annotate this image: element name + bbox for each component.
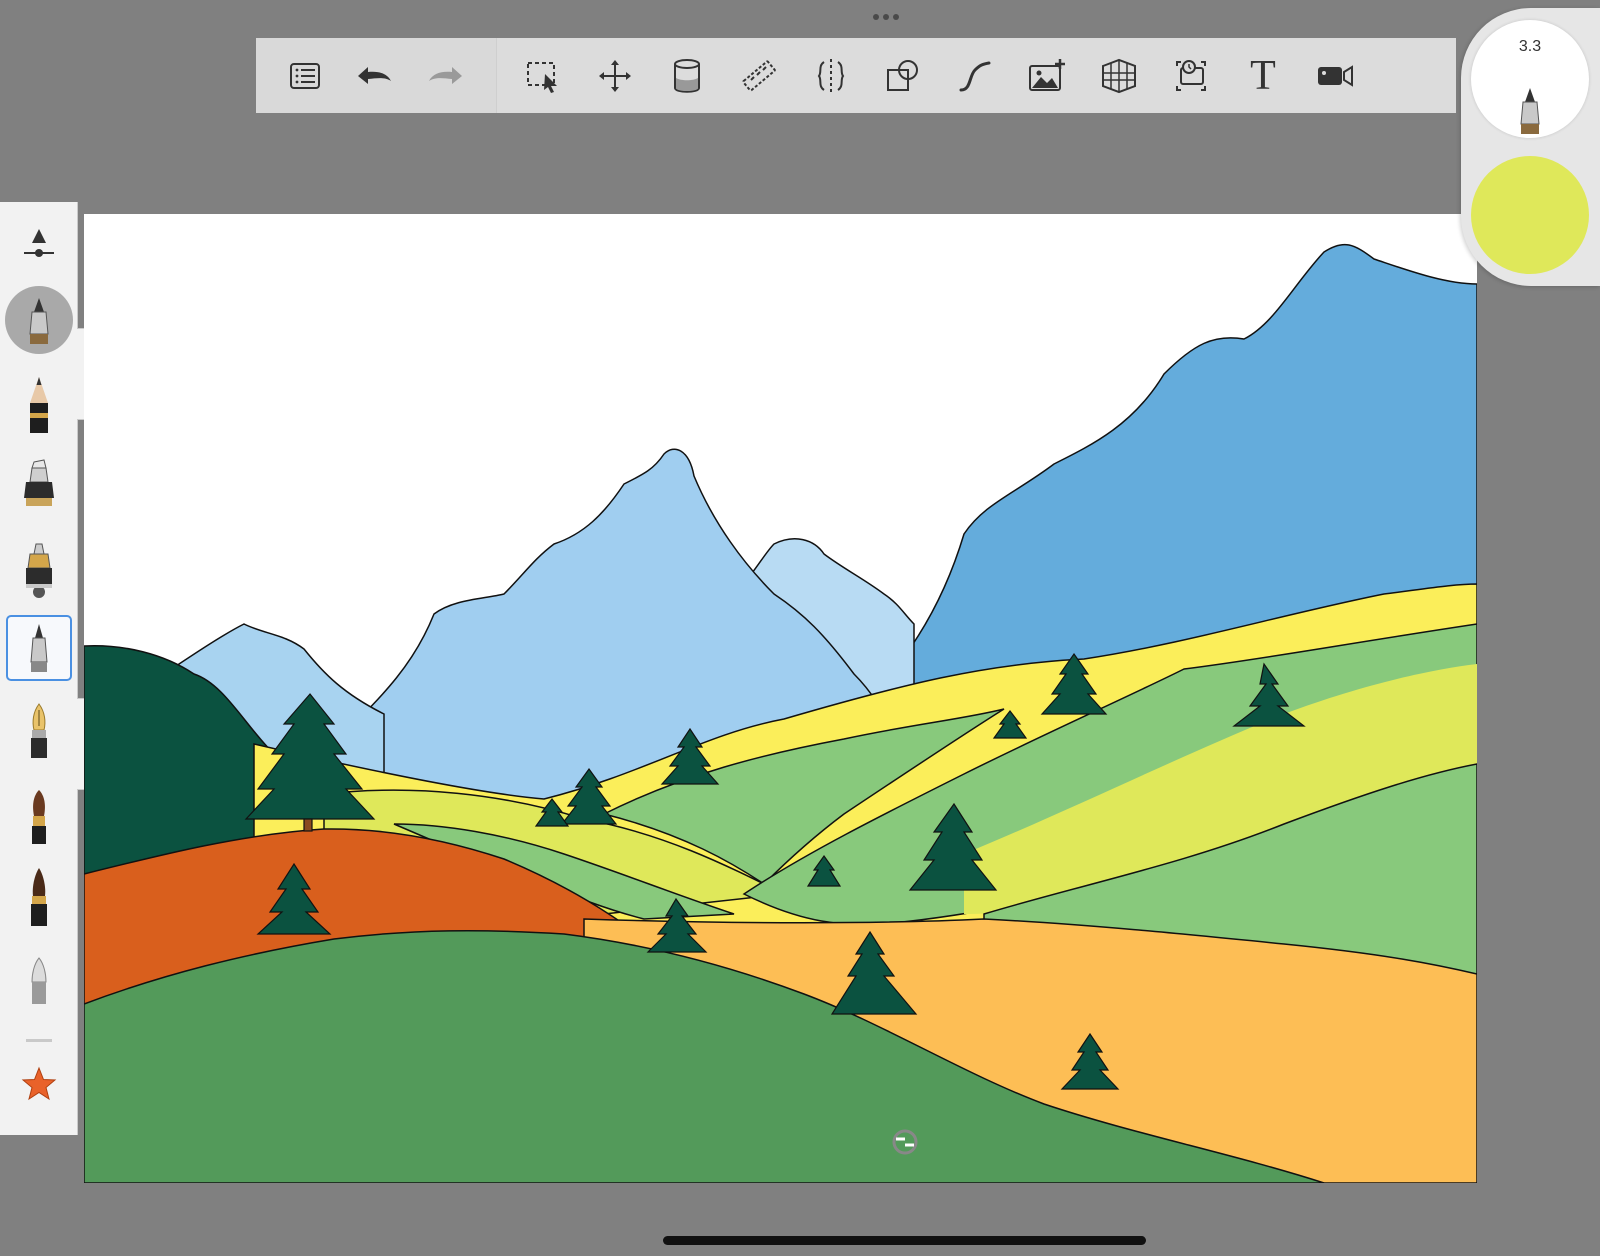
home-indicator[interactable] [663, 1236, 1146, 1245]
fountain-pen-icon[interactable] [0, 690, 77, 772]
top-toolbar: T [256, 38, 1456, 113]
brush-palette [0, 202, 78, 1135]
shapes-icon[interactable] [867, 38, 939, 113]
color-puck[interactable] [1471, 156, 1589, 274]
brush-size-puck[interactable]: 3.3 [1471, 20, 1589, 138]
time-lapse-icon[interactable] [1155, 38, 1227, 113]
ballpoint-pen-icon[interactable] [0, 613, 77, 683]
import-image-icon[interactable] [1011, 38, 1083, 113]
selection-icon[interactable] [507, 38, 579, 113]
brush-puck[interactable]: 3.3 [1461, 8, 1600, 286]
tools-group: T [497, 38, 1456, 113]
ballpoint-pen-icon [1520, 88, 1540, 134]
airbrush-icon[interactable] [0, 530, 77, 612]
fill-bucket-icon[interactable] [651, 38, 723, 113]
transform-icon[interactable] [579, 38, 651, 113]
pencil-icon[interactable] [0, 364, 77, 444]
undo-icon[interactable] [338, 38, 410, 113]
perspective-guide-icon[interactable] [1083, 38, 1155, 113]
partial-tool-icon[interactable] [0, 1028, 77, 1042]
landscape-artwork [84, 214, 1477, 1183]
canvas-rotate-icon[interactable] [892, 1129, 918, 1155]
brush-size-opacity-icon[interactable] [0, 220, 77, 265]
drawing-canvas[interactable] [84, 214, 1477, 1183]
ink-brush-icon[interactable] [0, 856, 77, 938]
history-group [256, 38, 497, 113]
favorites-star-icon[interactable] [0, 1054, 77, 1114]
symmetry-icon[interactable] [795, 38, 867, 113]
text-icon[interactable]: T [1227, 38, 1299, 113]
redo-icon[interactable] [410, 38, 482, 113]
video-icon[interactable] [1299, 38, 1371, 113]
window-handle-dots[interactable] [873, 14, 899, 20]
paint-brush-icon[interactable] [0, 776, 77, 858]
curve-icon[interactable] [939, 38, 1011, 113]
brush-size-value: 3.3 [1518, 38, 1542, 55]
marker-icon[interactable] [0, 448, 77, 528]
current-brush-icon[interactable] [0, 282, 77, 357]
eraser-icon[interactable] [0, 942, 77, 1024]
layers-list-icon[interactable] [272, 38, 338, 113]
ruler-icon[interactable] [723, 38, 795, 113]
